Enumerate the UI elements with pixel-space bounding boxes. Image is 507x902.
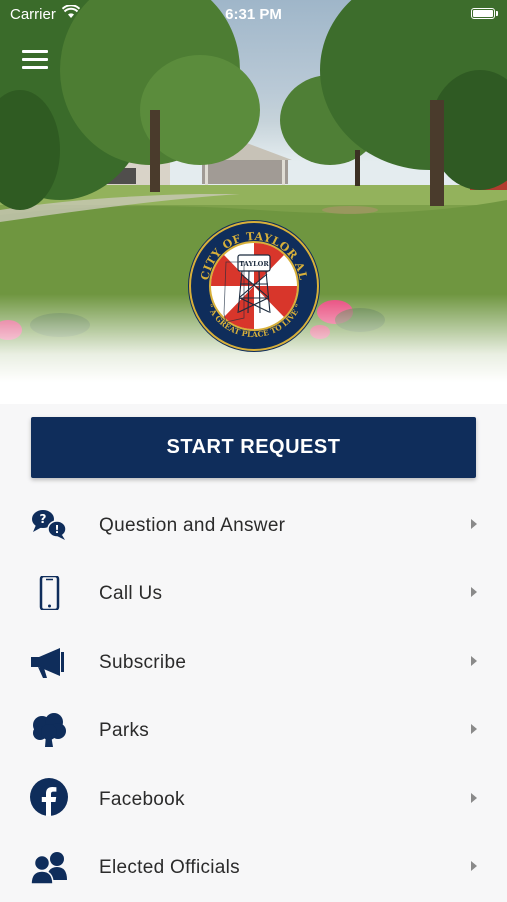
megaphone-icon: [31, 647, 64, 678]
city-seal-logo: TAYLOR CITY OF TAYLOR AL " A GREAT PLACE…: [188, 220, 320, 352]
chevron-right-icon: [471, 655, 477, 666]
menu-item-label: Elected Officials: [99, 856, 240, 878]
menu-item-subscribe[interactable]: Subscribe: [0, 629, 507, 697]
header-photo: TAYLOR CITY OF TAYLOR AL " A GREAT PLACE…: [0, 0, 507, 404]
status-bar: Carrier 6:31 PM: [0, 0, 507, 30]
start-request-button[interactable]: START REQUEST: [31, 417, 476, 478]
chevron-right-icon: [471, 587, 477, 598]
svg-text:!: !: [54, 523, 59, 536]
menu-item-parks[interactable]: Parks: [0, 697, 507, 765]
svg-text:?: ?: [40, 512, 47, 526]
menu-item-label: Facebook: [99, 788, 185, 810]
chevron-right-icon: [471, 792, 477, 803]
menu-item-label: Call Us: [99, 583, 163, 605]
phone-icon: [39, 576, 60, 611]
chevron-right-icon: [471, 860, 477, 871]
people-icon: [30, 851, 67, 884]
battery-icon: [471, 8, 495, 19]
chevron-right-icon: [471, 519, 477, 529]
tree-icon: [33, 713, 66, 748]
question-bubbles-icon: ? !: [32, 510, 67, 540]
menu-item-label: Parks: [99, 720, 150, 742]
menu-item-label: Subscribe: [99, 651, 187, 673]
hamburger-menu-icon[interactable]: [22, 50, 48, 72]
menu-item-label: Question and Answer: [99, 515, 286, 536]
menu-item-elected-officials[interactable]: Elected Officials: [0, 834, 507, 902]
clock: 6:31 PM: [225, 6, 282, 23]
menu-item-question-and-answer[interactable]: ? ! Question and Answer: [0, 492, 507, 560]
menu-item-facebook[interactable]: Facebook: [0, 766, 507, 834]
chevron-right-icon: [471, 724, 477, 735]
facebook-icon: [30, 777, 68, 816]
menu-list: ? ! Question and Answer Call Us Subscrib…: [0, 492, 507, 902]
menu-item-call-us[interactable]: Call Us: [0, 560, 507, 628]
battery-cap-icon: [496, 11, 498, 16]
